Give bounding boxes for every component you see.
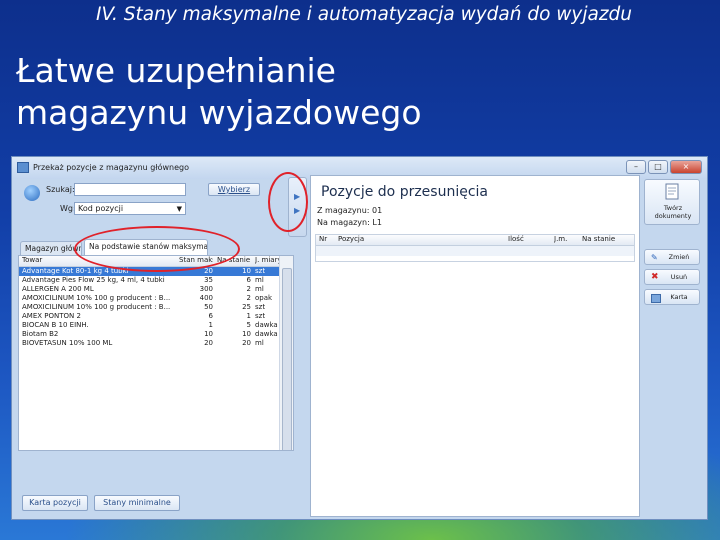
col-position[interactable]: Pozycja — [338, 235, 488, 244]
edit-label: Zmień — [668, 253, 690, 261]
app-icon — [17, 162, 29, 173]
cell-item: BIOVETASUN 10% 100 ML — [22, 339, 113, 347]
cell-on-stock: 25 — [242, 303, 251, 311]
table-row[interactable]: AMOXICILINUM 10% 100 g producent : B... 4… — [19, 294, 279, 303]
cell-item: AMOXICILINUM 10% 100 g producent : B... — [22, 303, 171, 311]
transfer-window: Przekaż pozycje z magazynu głównego – □ … — [11, 156, 708, 520]
search-icon — [24, 185, 40, 201]
transfer-table-header: Nr Pozycja Ilość J.m. Na stanie — [316, 235, 634, 246]
min-stock-label: Stany minimalne — [103, 498, 171, 507]
cell-unit: ml — [255, 339, 264, 347]
table-row[interactable]: BIOCAN B 10 EINH. 1 5 dawka — [19, 321, 279, 330]
cell-unit: ml — [255, 276, 264, 284]
edit-icon: ✎ — [651, 253, 658, 262]
item-card-button[interactable]: Karta pozycji — [22, 495, 88, 511]
search-input[interactable] — [74, 183, 186, 196]
slide-title-line-1: Łatwe uzupełnianie — [16, 51, 336, 90]
from-warehouse: Z magazynu: 01 — [317, 206, 382, 215]
cell-item: AMEX PONTON 2 — [22, 312, 81, 320]
cell-on-stock: 20 — [242, 339, 251, 347]
select-button[interactable]: Wybierz — [208, 183, 260, 196]
cell-on-stock: 5 — [246, 321, 251, 329]
slide-title: Łatwe uzupełnianie magazynu wyjazdowego — [16, 50, 422, 134]
window-title: Przekaż pozycje z magazynu głównego — [33, 163, 190, 172]
to-value: L1 — [372, 218, 382, 227]
col-nr[interactable]: Nr — [319, 235, 335, 244]
cell-max: 400 — [199, 294, 213, 302]
search-label: Szukaj: — [46, 185, 75, 194]
chevron-down-icon: ▼ — [176, 205, 182, 213]
cell-unit: opak — [255, 294, 273, 302]
cell-on-stock: 6 — [246, 276, 251, 284]
col-quantity[interactable]: Ilość — [508, 235, 548, 244]
col-stock[interactable]: Na stanie — [582, 235, 632, 244]
card-label: Karta — [670, 293, 688, 301]
to-label: Na magazyn: — [317, 218, 370, 227]
cell-unit: ml — [255, 285, 264, 293]
item-card-label: Karta pozycji — [29, 498, 81, 507]
document-icon — [665, 183, 679, 200]
table-row[interactable]: BIOVETASUN 10% 100 ML 20 20 ml — [19, 339, 279, 348]
left-bottom-bar: Karta pozycji Stany minimalne — [18, 493, 298, 515]
cell-max: 6 — [208, 312, 213, 320]
min-stock-button[interactable]: Stany minimalne — [94, 495, 180, 511]
highlight-ring-tab — [74, 226, 240, 272]
cell-item: ALLERGEN A 200 ML — [22, 285, 94, 293]
tab-main-warehouse[interactable]: Magazyn główny — [20, 241, 82, 255]
col-unit[interactable]: J. miary — [255, 256, 279, 265]
from-label: Z magazynu: — [317, 206, 370, 215]
create-documents-button[interactable]: Twórz dokumenty — [644, 179, 700, 225]
table-row[interactable]: AMOXICILINUM 10% 100 g producent : B... 5… — [19, 303, 279, 312]
table-row[interactable]: AMEX PONTON 2 6 1 szt — [19, 312, 279, 321]
slide-subtitle: IV. Stany maksymalne i automatyzacja wyd… — [96, 4, 633, 25]
cell-max: 10 — [204, 330, 213, 338]
cell-max: 50 — [204, 303, 213, 311]
delete-label: Usuń — [670, 273, 688, 281]
cell-item: Advantage Pies Flow 25 kg, 4 ml, 4 tubki — [22, 276, 165, 284]
col-uom[interactable]: J.m. — [554, 235, 578, 244]
cell-item: BIOCAN B 10 EINH. — [22, 321, 89, 329]
to-warehouse: Na magazyn: L1 — [317, 218, 382, 227]
cell-unit: szt — [255, 312, 266, 320]
filter-select[interactable]: Kod pozycji ▼ — [74, 202, 186, 215]
transfer-table: Nr Pozycja Ilość J.m. Na stanie — [315, 234, 635, 262]
target-pane: Pozycje do przesunięcia Z magazynu: 01 N… — [310, 175, 640, 517]
delete-icon: ✖ — [651, 272, 659, 282]
cell-unit: dawka — [255, 330, 278, 338]
cell-max: 20 — [204, 339, 213, 347]
from-value: 01 — [372, 206, 383, 215]
cell-max: 300 — [199, 285, 213, 293]
table-row[interactable]: Advantage Pies Flow 25 kg, 4 ml, 4 tubki… — [19, 276, 279, 285]
table-row[interactable]: ALLERGEN A 200 ML 300 2 ml — [19, 285, 279, 294]
highlight-ring-arrows — [268, 172, 308, 232]
cell-item: AMOXICILINUM 10% 100 g producent : B... — [22, 294, 171, 302]
cell-unit: szt — [255, 267, 266, 275]
card-button[interactable]: Karta — [644, 289, 700, 305]
new-row[interactable] — [316, 246, 634, 256]
create-documents-label: Twórz dokumenty — [654, 204, 692, 220]
cell-on-stock: 1 — [246, 312, 251, 320]
cell-max: 35 — [204, 276, 213, 284]
cell-max: 1 — [208, 321, 213, 329]
stock-table-scrollbar[interactable] — [279, 256, 293, 450]
maximize-button[interactable]: □ — [648, 160, 668, 174]
cell-item: Biotam B2 — [22, 330, 59, 338]
cell-on-stock: 10 — [242, 267, 251, 275]
edit-button[interactable]: ✎ Zmień — [644, 249, 700, 265]
target-title: Pozycje do przesunięcia — [321, 184, 489, 200]
cell-on-stock: 2 — [246, 294, 251, 302]
filter-select-value: Kod pozycji — [78, 204, 124, 213]
cell-on-stock: 2 — [246, 285, 251, 293]
slide-title-line-2: magazynu wyjazdowego — [16, 93, 422, 132]
stock-table: Towar Stan maks. Na stanie J. miary Adva… — [18, 255, 294, 451]
minimize-button[interactable]: – — [626, 160, 646, 174]
scrollbar-thumb[interactable] — [282, 268, 292, 450]
table-row[interactable]: Biotam B2 10 10 dawka — [19, 330, 279, 339]
close-button[interactable]: × — [670, 160, 702, 174]
delete-button[interactable]: ✖ Usuń — [644, 269, 700, 285]
cell-unit: szt — [255, 303, 266, 311]
cell-on-stock: 10 — [242, 330, 251, 338]
cell-unit: dawka — [255, 321, 278, 329]
